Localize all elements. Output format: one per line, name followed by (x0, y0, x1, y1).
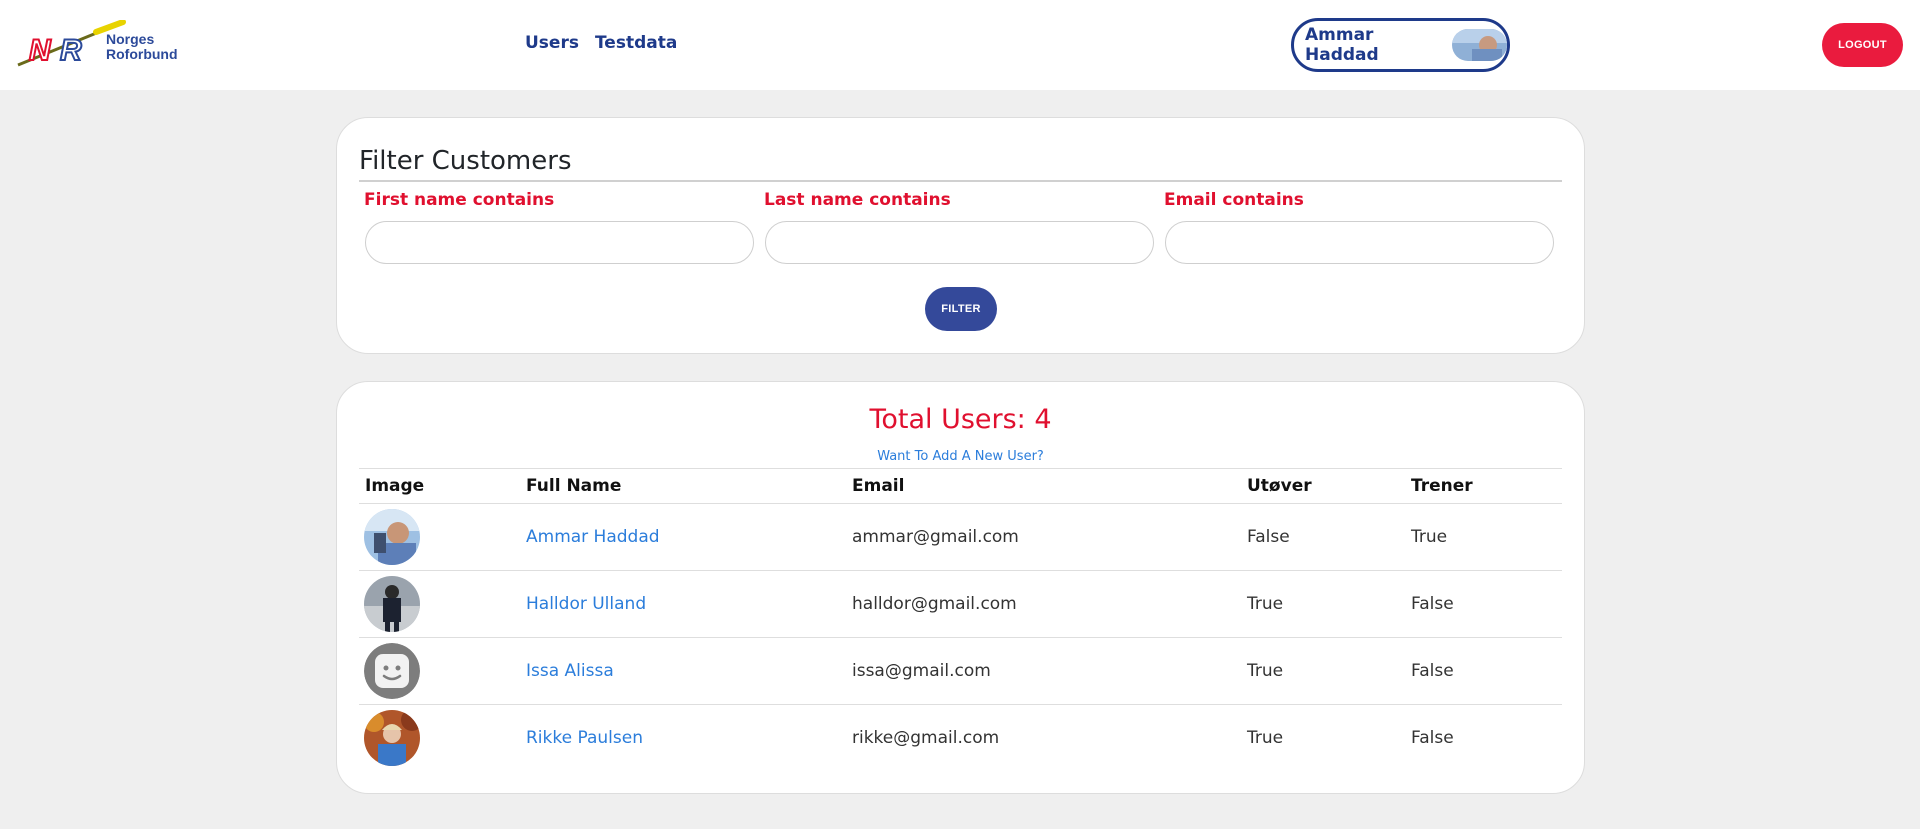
user-utover: True (1247, 661, 1284, 681)
user-name-link[interactable]: Halldor Ulland (526, 594, 646, 614)
table-top-rule (359, 468, 1562, 469)
table-row: Ammar Haddad ammar@gmail.com False True (359, 504, 1562, 571)
users-card: Total Users: 4 Want To Add A New User? I… (336, 381, 1585, 794)
user-name-link[interactable]: Rikke Paulsen (526, 728, 643, 748)
divider (359, 180, 1562, 182)
user-avatar (364, 576, 420, 632)
table-row: Halldor Ulland halldor@gmail.com True Fa… (359, 571, 1562, 638)
logo-text: Norges Roforbund (106, 32, 178, 62)
total-users-heading: Total Users: 4 (869, 404, 1052, 435)
user-utover: False (1247, 527, 1290, 547)
logo-text-line1: Norges (106, 31, 155, 47)
last-name-input[interactable] (765, 221, 1154, 264)
table-row: Rikke Paulsen rikke@gmail.com True False (359, 705, 1562, 772)
user-email: ammar@gmail.com (852, 527, 1019, 547)
email-input[interactable] (1165, 221, 1554, 264)
user-avatar (364, 509, 420, 565)
add-user-link[interactable]: Want To Add A New User? (337, 449, 1584, 464)
user-avatar (364, 710, 420, 766)
filter-title: Filter Customers (359, 146, 572, 176)
nav-users[interactable]: Users (525, 33, 579, 53)
col-header-full-name: Full Name (526, 476, 622, 496)
user-utover: True (1247, 728, 1284, 748)
user-name-link[interactable]: Issa Alissa (526, 661, 614, 681)
top-navbar: N R Norges Roforbund Users Testdata Amma… (0, 0, 1920, 90)
user-trener: True (1411, 527, 1448, 547)
logout-button[interactable]: LOGOUT (1822, 23, 1903, 67)
col-header-trener: Trener (1411, 476, 1473, 496)
user-email: rikke@gmail.com (852, 728, 1000, 748)
user-email: issa@gmail.com (852, 661, 991, 681)
first-name-input[interactable] (365, 221, 754, 264)
user-name-link[interactable]: Ammar Haddad (526, 527, 660, 547)
filter-card: Filter Customers First name contains Las… (336, 117, 1585, 354)
user-trener: False (1411, 728, 1454, 748)
col-header-utover: Utøver (1247, 476, 1312, 496)
user-trener: False (1411, 594, 1454, 614)
svg-text:R: R (60, 34, 82, 67)
profile-name: Ammar Haddad (1305, 25, 1379, 65)
user-email: halldor@gmail.com (852, 594, 1017, 614)
logo-text-line2: Roforbund (106, 46, 178, 62)
user-trener: False (1411, 661, 1454, 681)
first-name-label: First name contains (364, 190, 555, 210)
col-header-email: Email (852, 476, 905, 496)
svg-text:N: N (29, 34, 52, 67)
table-row: Issa Alissa issa@gmail.com True False (359, 638, 1562, 705)
col-header-image: Image (365, 476, 425, 496)
profile-avatar (1451, 29, 1507, 61)
user-utover: True (1247, 594, 1284, 614)
default-avatar-icon (364, 643, 420, 699)
main-nav: Users Testdata (525, 33, 677, 53)
last-name-label: Last name contains (764, 190, 951, 210)
nav-testdata[interactable]: Testdata (595, 33, 677, 53)
profile-button[interactable]: Ammar Haddad (1291, 18, 1510, 72)
filter-button[interactable]: FILTER (925, 287, 997, 331)
email-label: Email contains (1164, 190, 1304, 210)
